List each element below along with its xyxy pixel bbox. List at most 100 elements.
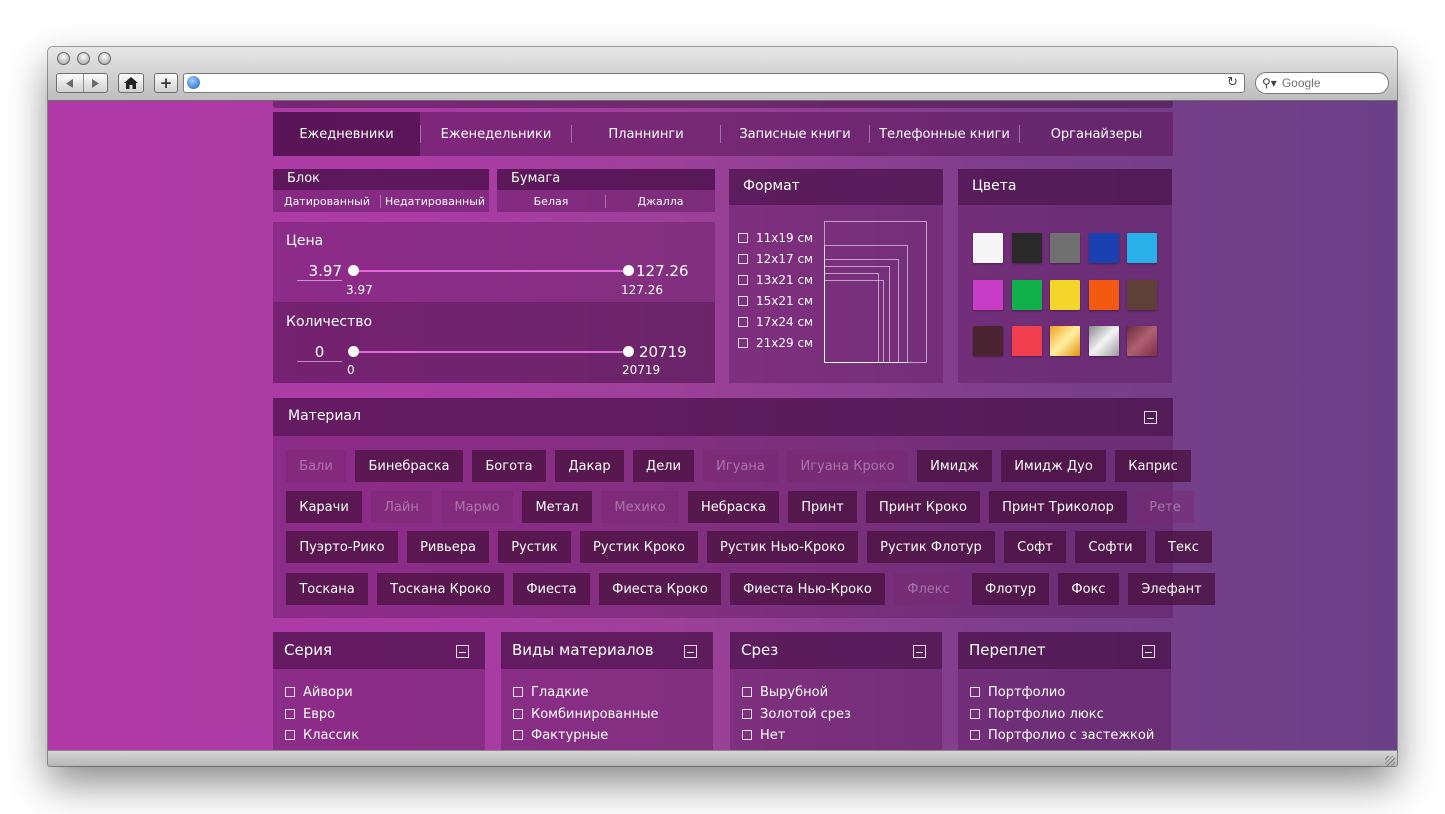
tab-organayzery[interactable]: Органайзеры <box>1020 112 1173 156</box>
material-chip[interactable]: Фиеста Нью-Кроко <box>730 573 885 605</box>
checkbox[interactable] <box>742 708 752 719</box>
color-swatch[interactable] <box>1012 233 1042 263</box>
filter-option[interactable]: Портфолио люкс <box>970 707 1104 722</box>
material-chip[interactable]: Элефант <box>1128 573 1215 605</box>
checkbox[interactable] <box>970 708 980 719</box>
format-option-15x21[interactable]: 15х21 см <box>738 294 813 308</box>
tab-planningi[interactable]: Планнинги <box>572 112 720 156</box>
color-swatch[interactable] <box>1127 280 1157 310</box>
filter-option[interactable]: Фактурные <box>513 728 608 743</box>
checkbox[interactable] <box>738 317 748 327</box>
checkbox[interactable] <box>970 730 980 740</box>
quantity-max-input[interactable]: 20719 <box>639 343 687 361</box>
tab-ezhenedelniki[interactable]: Еженедельники <box>421 112 571 156</box>
material-chip[interactable]: Фиеста <box>513 573 590 605</box>
material-chip[interactable]: Рустик Нью-Кроко <box>707 531 858 563</box>
format-option-12x17[interactable]: 12х17 см <box>738 252 813 266</box>
checkbox[interactable] <box>738 233 748 243</box>
tab-telefonnye-knigi[interactable]: Телефонные книги <box>870 112 1019 156</box>
add-bookmark-button[interactable]: + <box>154 73 178 93</box>
color-swatch[interactable] <box>1050 233 1080 263</box>
checkbox[interactable] <box>742 730 752 740</box>
material-chip[interactable]: Каприс <box>1115 450 1191 482</box>
material-chip[interactable]: Тоскана <box>286 573 368 605</box>
material-chip[interactable]: Игуана Кроко <box>787 450 908 482</box>
material-chip[interactable]: Имидж Дуо <box>1001 450 1106 482</box>
material-chip[interactable]: Бали <box>286 450 346 482</box>
checkbox[interactable] <box>285 730 295 740</box>
price-min-input[interactable]: 3.97 <box>297 262 342 281</box>
blok-option-datirovanny[interactable]: Датированный <box>273 191 381 212</box>
color-swatch[interactable] <box>1089 280 1119 310</box>
checkbox[interactable] <box>513 687 523 697</box>
checkbox[interactable] <box>970 687 980 697</box>
material-chip[interactable]: Ривьера <box>407 531 489 563</box>
color-swatch[interactable] <box>1012 326 1042 356</box>
blok-option-nedatirovanny[interactable]: Недатированный <box>381 191 489 212</box>
filter-option[interactable]: Комбинированные <box>513 707 659 722</box>
price-min-handle[interactable] <box>348 265 359 276</box>
price-max-input[interactable]: 127.26 <box>636 262 689 280</box>
checkbox[interactable] <box>285 708 295 719</box>
material-chip[interactable]: Имидж <box>917 450 992 482</box>
material-chip[interactable]: Лайн <box>371 491 432 523</box>
price-max-handle[interactable] <box>623 265 634 276</box>
tab-zapisnye-knigi[interactable]: Записные книги <box>721 112 869 156</box>
reload-icon[interactable]: ↻ <box>1227 75 1238 90</box>
color-swatch[interactable] <box>973 326 1003 356</box>
minimize-window-button[interactable] <box>77 52 90 65</box>
collapse-icon[interactable] <box>684 645 697 658</box>
color-swatch[interactable] <box>973 233 1003 263</box>
collapse-icon[interactable] <box>913 645 926 658</box>
address-bar[interactable]: ↻ <box>183 73 1245 93</box>
filter-option[interactable]: Вырубной <box>742 685 828 700</box>
color-swatch[interactable] <box>1127 233 1157 263</box>
material-chip[interactable]: Бинебраска <box>355 450 463 482</box>
quantity-slider-track[interactable] <box>353 351 629 353</box>
quantity-max-handle[interactable] <box>623 346 634 357</box>
color-swatch[interactable] <box>1089 233 1119 263</box>
checkbox[interactable] <box>513 708 523 719</box>
material-chip[interactable]: Принт Триколор <box>989 491 1127 523</box>
color-swatch[interactable] <box>1050 280 1080 310</box>
bumaga-option-belaya[interactable]: Белая <box>497 191 605 212</box>
zoom-window-button[interactable] <box>98 52 111 65</box>
material-chip[interactable]: Небраска <box>688 491 779 523</box>
format-option-13x21[interactable]: 13х21 см <box>738 273 813 287</box>
search-field[interactable]: ⚲▾ <box>1255 72 1389 94</box>
filter-option[interactable]: Золотой срез <box>742 707 851 722</box>
filter-option[interactable]: Айвори <box>285 685 353 700</box>
format-option-11x19[interactable]: 11х19 см <box>738 231 813 245</box>
material-chip[interactable]: Дели <box>633 450 694 482</box>
search-input[interactable] <box>1279 75 1374 91</box>
material-chip[interactable]: Флотур <box>972 573 1049 605</box>
checkbox[interactable] <box>513 730 523 740</box>
checkbox[interactable] <box>738 275 748 285</box>
quantity-min-handle[interactable] <box>348 346 359 357</box>
filter-option[interactable]: Гладкие <box>513 685 589 700</box>
material-chip[interactable]: Мехико <box>601 491 679 523</box>
material-chip[interactable]: Игуана <box>703 450 778 482</box>
color-swatch[interactable] <box>1089 326 1119 356</box>
material-chip[interactable]: Флекс <box>894 573 963 605</box>
material-chip[interactable]: Фиеста Кроко <box>599 573 721 605</box>
collapse-icon[interactable] <box>1142 645 1155 658</box>
checkbox[interactable] <box>738 254 748 264</box>
tab-ezhednevniki[interactable]: Ежедневники <box>273 112 420 156</box>
material-chip[interactable]: Рете <box>1136 491 1194 523</box>
material-chip[interactable]: Метал <box>522 491 592 523</box>
format-option-21x29[interactable]: 21х29 см <box>738 336 813 350</box>
checkbox[interactable] <box>738 338 748 348</box>
back-button[interactable] <box>57 74 84 92</box>
material-chip[interactable]: Тоскана Кроко <box>377 573 504 605</box>
material-chip[interactable]: Фокс <box>1058 573 1119 605</box>
filter-option[interactable]: Нет <box>742 728 785 743</box>
material-chip[interactable]: Софти <box>1075 531 1146 563</box>
material-chip[interactable]: Софт <box>1004 531 1066 563</box>
color-swatch[interactable] <box>973 280 1003 310</box>
material-chip[interactable]: Дакар <box>555 450 624 482</box>
close-window-button[interactable] <box>57 52 70 65</box>
resize-grip-icon[interactable] <box>1385 756 1395 766</box>
material-chip[interactable]: Принт Кроко <box>866 491 980 523</box>
material-chip[interactable]: Мармо <box>441 491 513 523</box>
